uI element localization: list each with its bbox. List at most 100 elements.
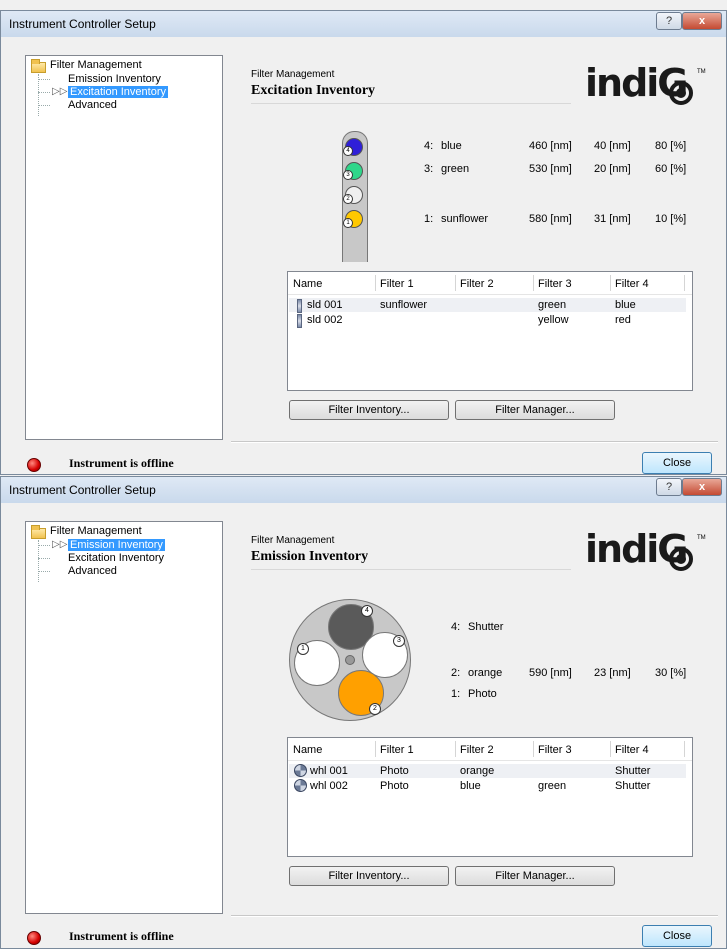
help-button[interactable]: ? xyxy=(656,12,682,30)
filter-position: 1: xyxy=(451,688,461,700)
slide-icon xyxy=(297,299,302,313)
page-title: Excitation Inventory xyxy=(251,83,376,98)
filter-wavelength: 580 [nm] xyxy=(529,213,572,225)
slot-number: 2 xyxy=(343,194,353,204)
slot-number: 2 xyxy=(369,703,381,715)
table-row[interactable]: sld 002 yellow red xyxy=(289,313,686,328)
header-divider xyxy=(288,294,692,295)
tree-item-excitation-inventory[interactable]: Excitation Inventory xyxy=(68,552,164,565)
column-header-name[interactable]: Name xyxy=(293,744,322,756)
cell-filter-4: Shutter xyxy=(615,765,651,777)
logo-ring-icon xyxy=(669,81,693,105)
window-close-button[interactable]: x xyxy=(682,478,722,496)
navigation-tree: Filter Management Emission Inventory ▷▷ … xyxy=(25,55,223,440)
filter-inventory-button[interactable]: Filter Inventory... xyxy=(289,866,449,886)
column-header-filter-2[interactable]: Filter 2 xyxy=(460,278,494,290)
cell-filter-2: orange xyxy=(460,765,495,777)
wheel-hub xyxy=(345,655,355,665)
slide-icon xyxy=(297,314,302,328)
filter-inventory-button[interactable]: Filter Inventory... xyxy=(289,400,449,420)
filter-wavelength: 590 [nm] xyxy=(529,667,572,679)
footer-divider xyxy=(231,915,718,917)
tree-item-emission-inventory[interactable]: Emission Inventory xyxy=(68,539,165,551)
column-header-filter-3[interactable]: Filter 3 xyxy=(538,744,572,756)
slot-3: 3 xyxy=(343,162,363,180)
slot-number: 3 xyxy=(343,170,353,180)
column-separator xyxy=(455,741,456,757)
navigation-tree: Filter Management ▷▷ Emission Inventory … xyxy=(25,521,223,914)
column-separator xyxy=(610,741,611,757)
tree-connector xyxy=(38,571,50,572)
tree-item-filter-management[interactable]: Filter Management xyxy=(50,525,142,538)
column-header-filter-2[interactable]: Filter 2 xyxy=(460,744,494,756)
slot-1: 1 xyxy=(343,210,363,228)
column-header-filter-1[interactable]: Filter 1 xyxy=(380,744,414,756)
inventory-table: Name Filter 1 Filter 2 Filter 3 Filter 4… xyxy=(287,737,693,857)
tree-item-filter-management[interactable]: Filter Management xyxy=(50,59,142,72)
wheel-slot-2: 2 xyxy=(338,670,384,716)
table-row[interactable]: whl 002 Photo blue green Shutter xyxy=(289,779,686,793)
slot-number: 4 xyxy=(361,605,373,617)
folder-icon xyxy=(31,525,46,539)
filter-bandwidth: 20 [nm] xyxy=(594,163,631,175)
tree-connector xyxy=(38,105,50,106)
column-separator xyxy=(533,275,534,291)
cell-name: sld 001 xyxy=(307,299,343,311)
status-text: Instrument is offline xyxy=(69,929,174,943)
table-row[interactable]: whl 001 Photo orange Shutter xyxy=(289,764,686,778)
slot-2: 2 xyxy=(343,186,363,204)
dialog-content: Filter Management Emission Inventory ▷▷ … xyxy=(9,39,718,474)
filter-manager-button[interactable]: Filter Manager... xyxy=(455,400,615,420)
column-separator xyxy=(533,741,534,757)
filter-wavelength: 530 [nm] xyxy=(529,163,572,175)
title-bar: Instrument Controller Setup ? x xyxy=(1,477,726,503)
wheel-slot-1: 1 xyxy=(294,640,340,686)
column-header-filter-3[interactable]: Filter 3 xyxy=(538,278,572,290)
cell-filter-4: Shutter xyxy=(615,780,651,792)
page-title: Emission Inventory xyxy=(251,549,369,564)
filter-manager-button[interactable]: Filter Manager... xyxy=(455,866,615,886)
tree-connector xyxy=(38,558,50,559)
filter-slider-graphic: 4 3 2 1 xyxy=(342,131,368,262)
dialog-content: Filter Management ▷▷ Emission Inventory … xyxy=(9,505,718,947)
filter-wavelength: 460 [nm] xyxy=(529,140,572,152)
help-button[interactable]: ? xyxy=(656,478,682,496)
title-bar: Instrument Controller Setup ? x xyxy=(1,11,726,37)
tree-item-emission-inventory[interactable]: Emission Inventory xyxy=(68,73,161,86)
logo-trademark: TM xyxy=(697,535,706,541)
filter-position: 3: xyxy=(424,163,434,175)
filter-name: orange xyxy=(468,667,503,679)
column-header-name[interactable]: Name xyxy=(293,278,322,290)
tree-item-excitation-inventory[interactable]: Excitation Inventory xyxy=(68,86,168,98)
slot-number: 1 xyxy=(343,218,353,228)
header-divider xyxy=(288,760,692,761)
tree-item-advanced[interactable]: Advanced xyxy=(68,99,117,112)
logo-ring-icon xyxy=(669,547,693,571)
slot-4: 4 xyxy=(343,138,363,156)
offline-indicator-icon xyxy=(27,458,41,472)
close-button[interactable]: Close xyxy=(642,452,712,474)
close-button[interactable]: Close xyxy=(642,925,712,947)
cell-filter-3: yellow xyxy=(538,314,569,326)
logo-trademark: TM xyxy=(697,69,706,75)
tree-connector xyxy=(38,540,39,582)
cell-filter-4: red xyxy=(615,314,631,326)
folder-icon xyxy=(31,59,46,73)
cell-filter-1: Photo xyxy=(380,765,409,777)
setup-window-excitation: Instrument Controller Setup ? x Filter M… xyxy=(0,10,727,475)
column-header-filter-4[interactable]: Filter 4 xyxy=(615,744,649,756)
tree-item-advanced[interactable]: Advanced xyxy=(68,565,117,578)
filter-bandwidth: 31 [nm] xyxy=(594,213,631,225)
filter-position: 1: xyxy=(424,213,434,225)
cell-filter-1: Photo xyxy=(380,780,409,792)
column-separator xyxy=(375,741,376,757)
window-close-button[interactable]: x xyxy=(682,12,722,30)
column-separator xyxy=(684,741,685,757)
column-header-filter-4[interactable]: Filter 4 xyxy=(615,278,649,290)
header-divider xyxy=(251,569,571,570)
column-header-filter-1[interactable]: Filter 1 xyxy=(380,278,414,290)
indigo-logo: indiG TM xyxy=(585,61,706,111)
offline-indicator-icon xyxy=(27,931,41,945)
table-row[interactable]: sld 001 sunflower green blue xyxy=(289,298,686,313)
window-title: Instrument Controller Setup xyxy=(9,483,156,497)
